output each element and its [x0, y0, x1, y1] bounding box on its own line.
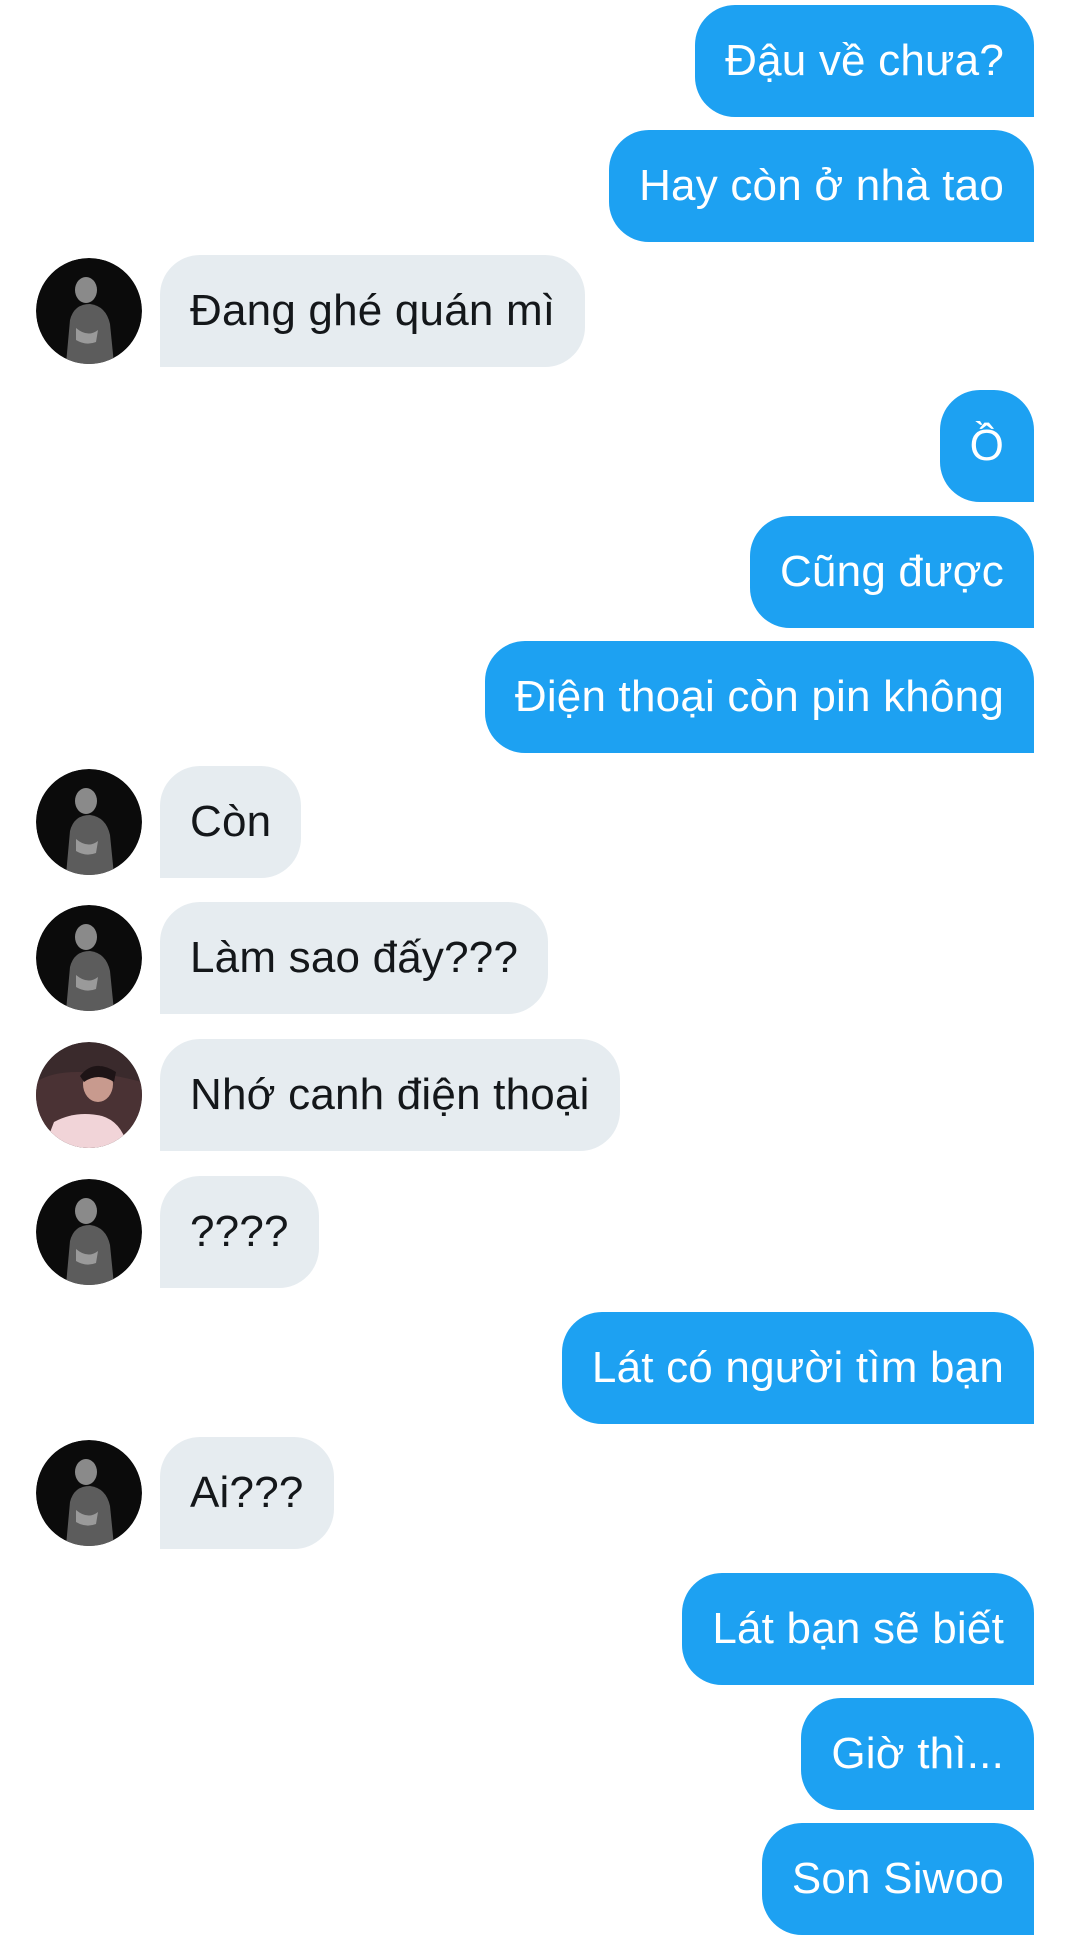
message-bubble[interactable]: Nhớ canh điện thoại	[160, 1039, 620, 1151]
message-bubble[interactable]: Lát có người tìm bạn	[561, 1312, 1034, 1424]
message-bubble[interactable]: Đậu về chưa?	[695, 5, 1034, 117]
message-outgoing: Son Siwoo	[0, 1823, 1070, 1935]
message-bubble[interactable]: Cũng được	[750, 516, 1034, 628]
chat-thread[interactable]: Đậu về chưa? Hay còn ở nhà tao Đang ghé …	[0, 0, 1070, 1935]
dark-avatar[interactable]	[36, 1179, 142, 1285]
message-outgoing: Giờ thì...	[0, 1698, 1070, 1810]
message-incoming: ????	[0, 1176, 1070, 1288]
dark-avatar[interactable]	[36, 1440, 142, 1546]
message-bubble[interactable]: Giờ thì...	[801, 1698, 1034, 1810]
dark-avatar[interactable]	[36, 769, 142, 875]
message-bubble[interactable]: Làm sao đấy???	[160, 902, 549, 1014]
message-bubble[interactable]: Điện thoại còn pin không	[484, 641, 1034, 753]
pink-avatar[interactable]	[36, 1042, 142, 1148]
message-incoming: Ai???	[0, 1437, 1070, 1549]
message-outgoing: Ồ	[0, 390, 1070, 502]
message-outgoing: Lát có người tìm bạn	[0, 1312, 1070, 1424]
message-outgoing: Đậu về chưa?	[0, 5, 1070, 117]
dark-avatar[interactable]	[36, 258, 142, 364]
message-outgoing: Hay còn ở nhà tao	[0, 130, 1070, 242]
message-outgoing: Cũng được	[0, 516, 1070, 628]
message-bubble[interactable]: Ai???	[160, 1437, 334, 1549]
message-outgoing: Lát bạn sẽ biết	[0, 1573, 1070, 1685]
dark-avatar[interactable]	[36, 905, 142, 1011]
message-bubble[interactable]: Còn	[160, 766, 302, 878]
message-bubble[interactable]: Lát bạn sẽ biết	[682, 1573, 1034, 1685]
message-bubble[interactable]: Son Siwoo	[761, 1823, 1034, 1935]
message-incoming: Nhớ canh điện thoại	[0, 1039, 1070, 1151]
message-bubble[interactable]: Đang ghé quán mì	[160, 255, 586, 367]
message-bubble[interactable]: Hay còn ở nhà tao	[609, 130, 1034, 242]
message-outgoing: Điện thoại còn pin không	[0, 641, 1070, 753]
message-bubble[interactable]: ????	[160, 1176, 319, 1288]
message-bubble[interactable]: Ồ	[939, 390, 1034, 502]
message-incoming: Đang ghé quán mì	[0, 255, 1070, 367]
message-incoming: Làm sao đấy???	[0, 902, 1070, 1014]
message-incoming: Còn	[0, 766, 1070, 878]
